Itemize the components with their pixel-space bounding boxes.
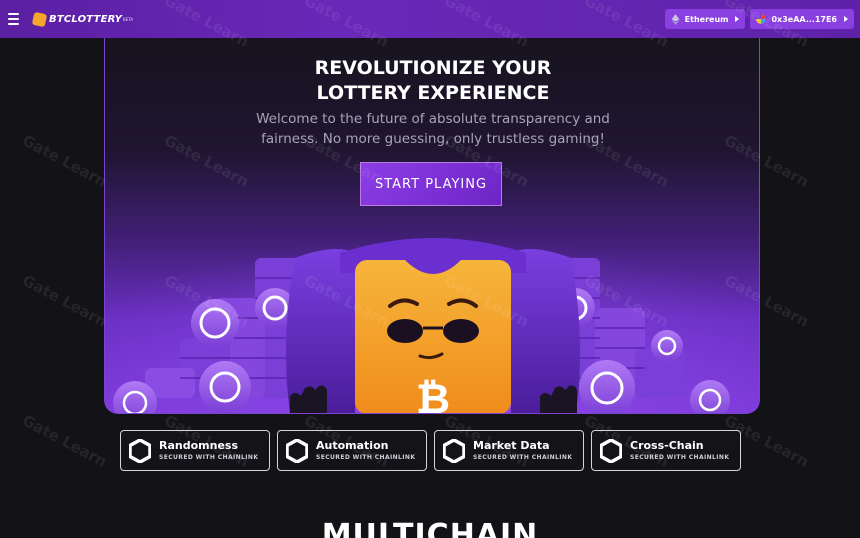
feature-subtitle: SECURED WITH CHAINLINK xyxy=(630,454,730,461)
polygon-coin-icon xyxy=(199,361,251,413)
ticket-mascot: ₿ xyxy=(355,260,511,414)
multichain-section-title: MULTICHAIN xyxy=(321,518,539,538)
hero-title-line-1: REVOLUTIONIZE YOUR xyxy=(314,57,552,79)
chainlink-hexagon-icon xyxy=(443,438,465,463)
logo-beta-badge: BETA xyxy=(123,16,134,22)
hero-title: REVOLUTIONIZE YOUR LOTTERY EXPERIENCE xyxy=(105,56,759,106)
start-playing-button[interactable]: START PLAYING xyxy=(360,162,502,206)
logo-text: BTCLOTTERY xyxy=(49,13,123,25)
ethereum-icon xyxy=(671,13,680,25)
wallet-button[interactable]: 0x3eAA...17E6 xyxy=(750,9,854,29)
network-selector-button[interactable]: Ethereum xyxy=(664,9,746,29)
feature-card-market-data: Market Data SECURED WITH CHAINLINK xyxy=(434,430,584,471)
chevron-right-icon xyxy=(844,16,848,22)
polygon-coin-icon xyxy=(191,299,239,347)
polygon-coin-icon xyxy=(579,360,635,413)
feature-subtitle: SECURED WITH CHAINLINK xyxy=(316,454,416,461)
feature-title: Automation xyxy=(316,439,389,452)
feature-title: Cross-Chain xyxy=(630,439,704,452)
btc-lottery-logo[interactable]: BTCLOTTERY BETA xyxy=(31,11,134,27)
polygon-coin-icon xyxy=(651,330,683,362)
feature-subtitle: SECURED WITH CHAINLINK xyxy=(159,454,259,461)
chainlink-hexagon-icon xyxy=(129,438,151,463)
wallet-avatar-icon xyxy=(756,14,767,24)
feature-list: Randomness SECURED WITH CHAINLINK Automa… xyxy=(120,430,741,471)
hero-title-line-2: LOTTERY EXPERIENCE xyxy=(316,82,550,104)
menu-icon[interactable] xyxy=(8,8,30,30)
watermark: Gate Learn xyxy=(19,411,110,471)
hero-section: ₿ REVOLUTIONIZE YOUR LOTTERY EXPERIENCE … xyxy=(104,38,760,414)
feature-title: Randomness xyxy=(159,439,239,452)
watermark: Gate Learn xyxy=(19,271,110,331)
bitcoin-icon: ₿ xyxy=(416,374,450,414)
hero-subtitle-line-1: Welcome to the future of absolute transp… xyxy=(256,111,610,127)
btc-lottery-logo-icon xyxy=(31,11,48,27)
chainlink-hexagon-icon xyxy=(600,438,622,463)
hero-subtitle: Welcome to the future of absolute transp… xyxy=(105,109,759,149)
svg-text:₿: ₿ xyxy=(416,374,450,414)
chevron-right-icon xyxy=(735,16,740,22)
feature-card-automation: Automation SECURED WITH CHAINLINK xyxy=(277,430,427,471)
hero-subtitle-line-2: fairness. No more guessing, only trustle… xyxy=(261,131,605,147)
top-navigation-bar: BTCLOTTERY BETA Ethereum 0x3eAA...17E6 xyxy=(0,0,860,38)
wallet-address: 0x3eAA...17E6 xyxy=(771,14,837,24)
feature-card-randomness: Randomness SECURED WITH CHAINLINK xyxy=(120,430,270,471)
feature-subtitle: SECURED WITH CHAINLINK xyxy=(473,454,573,461)
feature-card-cross-chain: Cross-Chain SECURED WITH CHAINLINK xyxy=(591,430,741,471)
chainlink-hexagon-icon xyxy=(286,438,308,463)
watermark: Gate Learn xyxy=(19,131,110,191)
feature-title: Market Data xyxy=(473,439,550,452)
network-label: Ethereum xyxy=(684,14,729,24)
